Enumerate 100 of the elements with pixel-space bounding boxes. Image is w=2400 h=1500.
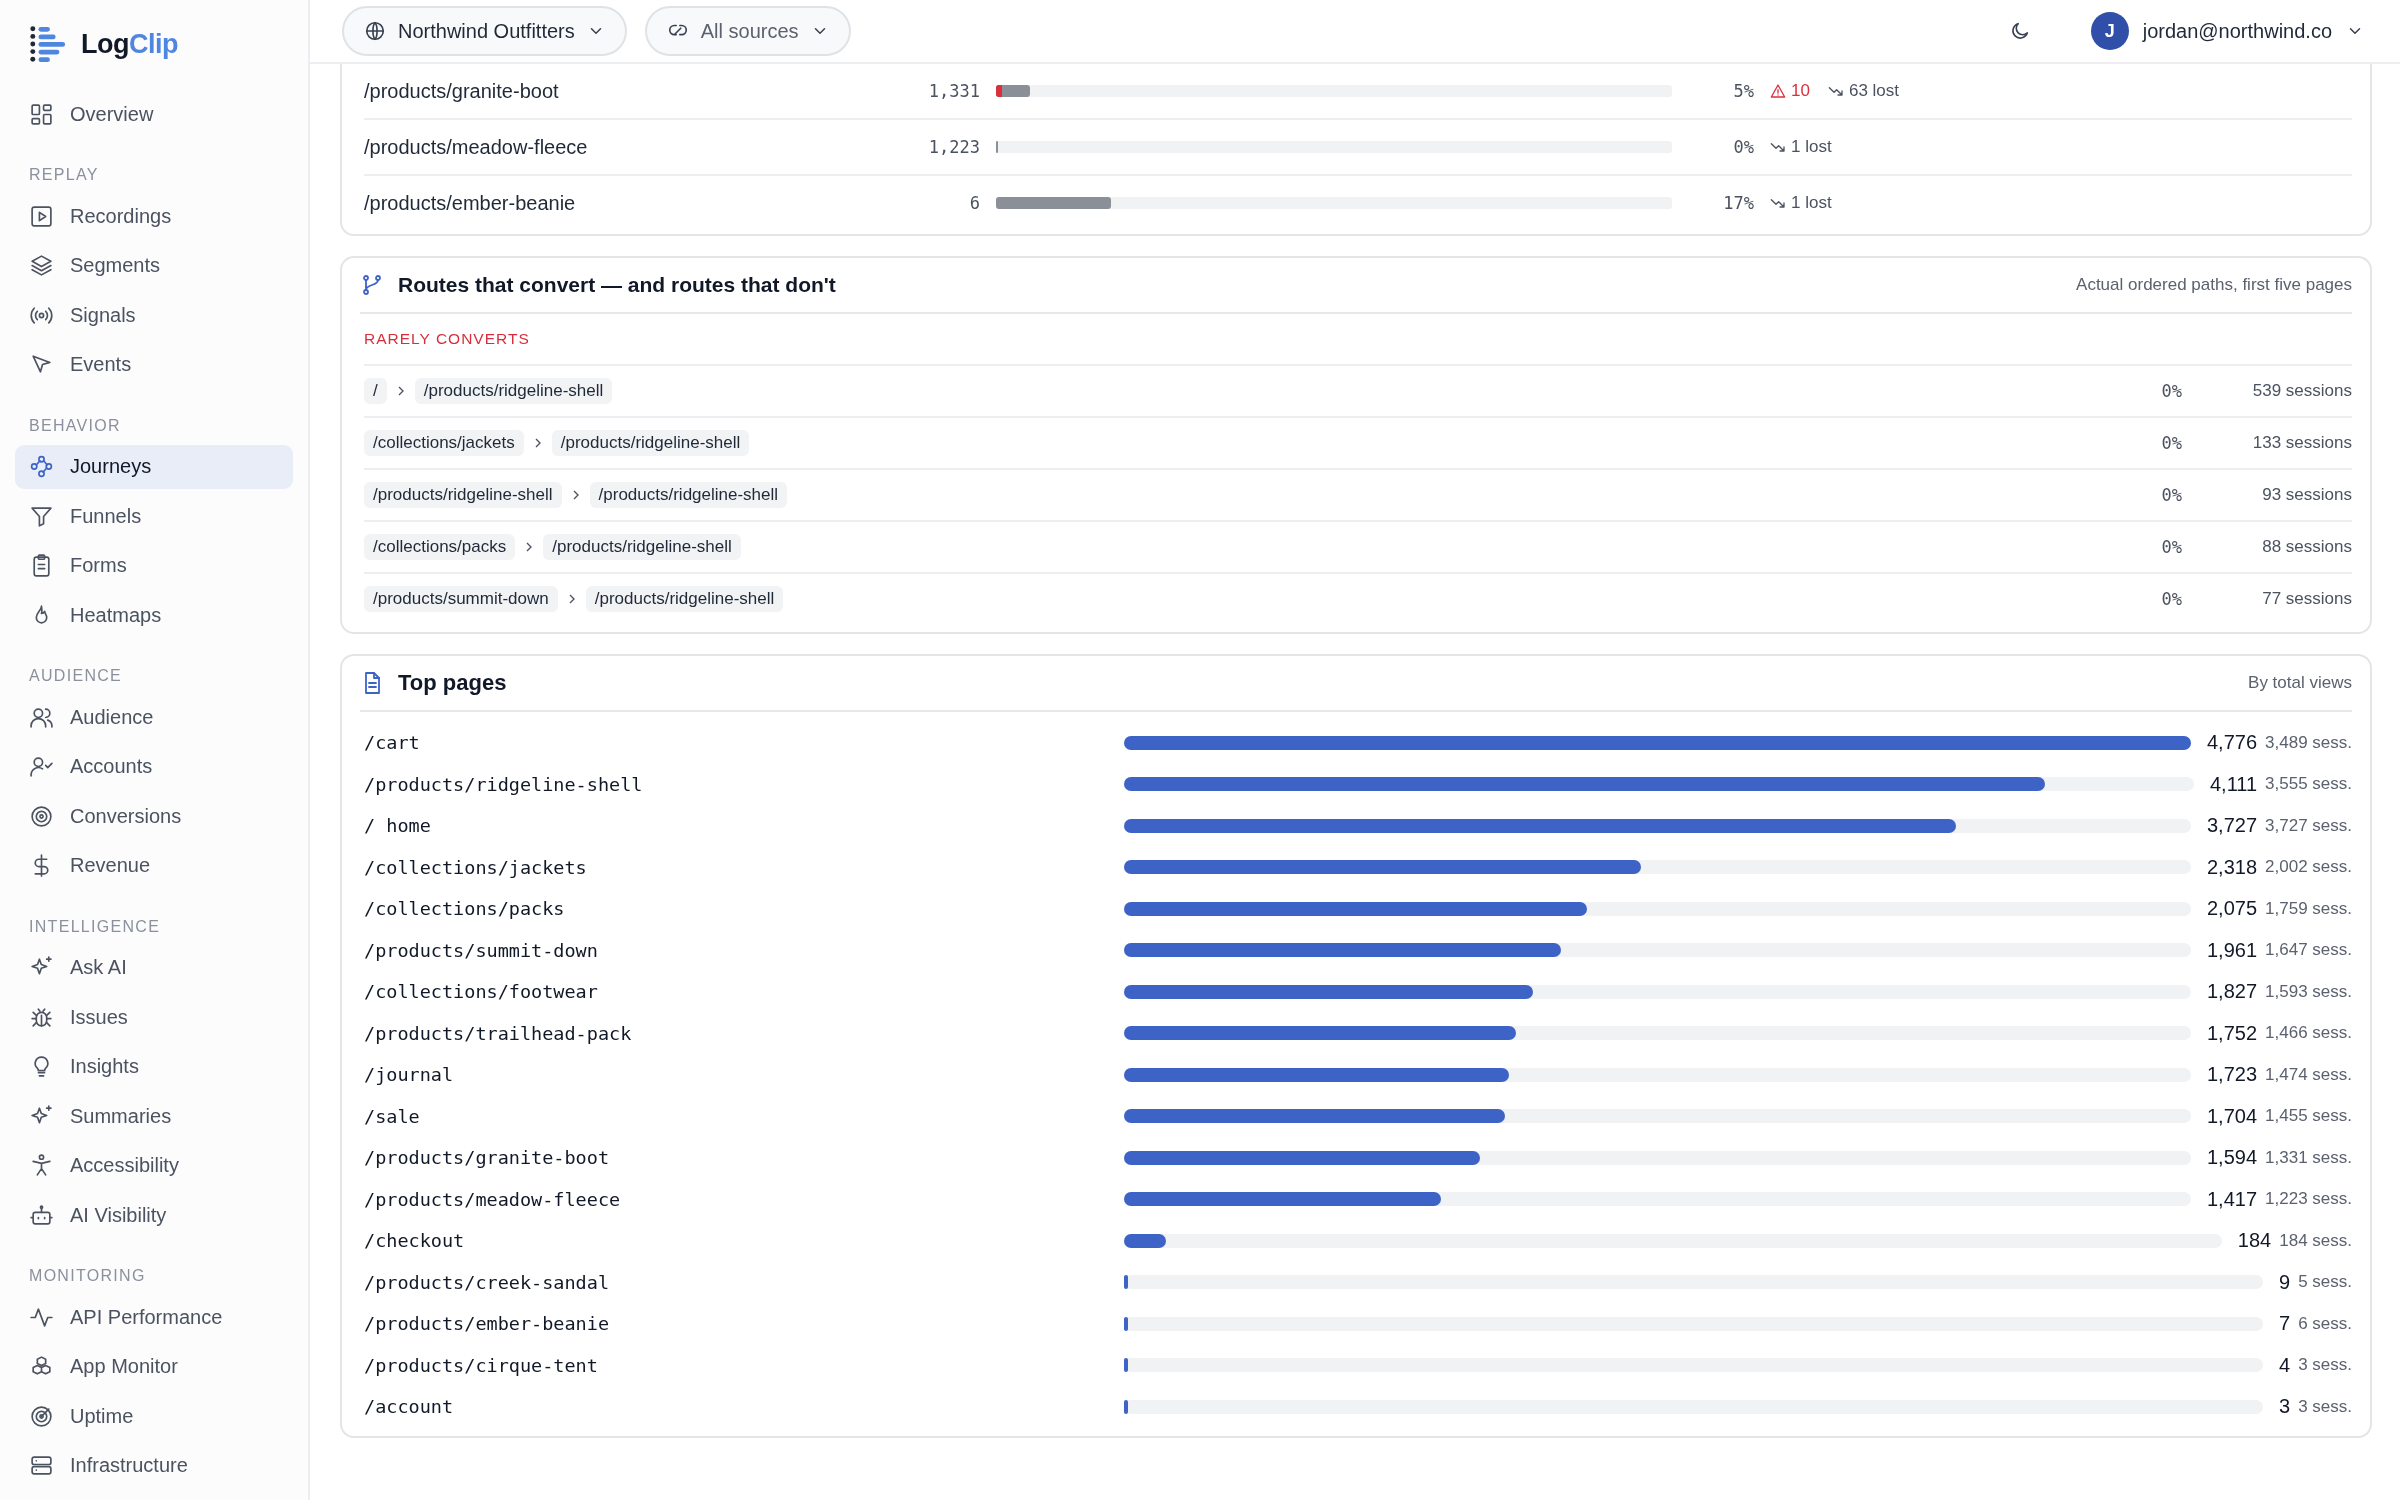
nav-item[interactable]: Journeys xyxy=(15,444,293,489)
target-icon xyxy=(29,803,54,829)
view-count: 2,318 xyxy=(2207,855,2258,879)
brand-name: LogClip xyxy=(81,28,178,60)
session-count: 6 sess. xyxy=(2298,1313,2352,1334)
nav-item[interactable]: Insights xyxy=(15,1044,293,1089)
view-count: 4,776 xyxy=(2207,731,2258,755)
session-count: 1,331 sess. xyxy=(2265,1147,2352,1168)
section-heading: AUDIENCE xyxy=(28,667,124,685)
nav-item[interactable]: Forms xyxy=(15,543,293,588)
nav-item[interactable]: Accessibility xyxy=(15,1143,293,1188)
page-path: /products/granite-boot xyxy=(364,79,560,103)
view-count: 7 xyxy=(2279,1312,2291,1336)
percentage: 5% xyxy=(1732,81,1754,101)
page-path: /checkout xyxy=(364,1230,466,1252)
view-count: 1,594 xyxy=(2207,1146,2258,1170)
nav-item[interactable]: Ask AI xyxy=(15,945,293,990)
conversion-rate: 0% xyxy=(2160,485,2182,505)
page-path: /collections/jackets xyxy=(364,856,588,878)
source-dropdown[interactable]: All sources xyxy=(644,6,851,56)
route-step: /products/ridgeline-shell xyxy=(364,482,562,508)
session-count: 1,647 sess. xyxy=(2265,940,2352,961)
nav-item[interactable]: App Monitor xyxy=(15,1344,293,1389)
view-count: 9 xyxy=(2279,1270,2291,1294)
conversion-rate: 0% xyxy=(2160,433,2182,453)
view-count: 184 xyxy=(2237,1229,2272,1253)
section-heading: MONITORING xyxy=(28,1267,147,1285)
session-count: 3 sess. xyxy=(2298,1396,2352,1417)
route-step: /collections/packs xyxy=(364,534,516,560)
nav-item[interactable]: Recordings xyxy=(15,194,293,238)
nav-item[interactable]: Overview xyxy=(15,92,293,136)
session-count: 3,489 sess. xyxy=(2265,732,2352,753)
nav-item[interactable]: Infrastructure xyxy=(15,1443,293,1488)
session-count: 184 sess. xyxy=(2279,1230,2352,1251)
nav-item[interactable]: Heatmaps xyxy=(15,593,293,637)
workspace-dropdown[interactable]: Northwind Outfitters xyxy=(342,6,627,56)
user-menu[interactable]: J jordan@northwind.co xyxy=(2084,11,2370,51)
session-count: 1,593 sess. xyxy=(2265,981,2352,1002)
session-count: 5 sess. xyxy=(2298,1272,2352,1293)
view-count: 3,727 xyxy=(2207,814,2258,838)
branch-icon xyxy=(360,273,384,297)
nav-item[interactable]: Accounts xyxy=(15,744,293,789)
page-path: /collections/footwear xyxy=(364,981,599,1003)
nav-item[interactable]: Uptime xyxy=(15,1394,293,1438)
session-count: 93 sessions xyxy=(2261,485,2352,505)
globe-icon xyxy=(364,20,386,42)
session-count: 88 sessions xyxy=(2261,537,2352,557)
route-step: /products/ridgeline-shell xyxy=(585,586,784,612)
session-count: 1,466 sess. xyxy=(2265,1023,2352,1044)
nav-item[interactable]: Audience xyxy=(15,695,293,739)
view-count: 4,111 xyxy=(2209,772,2258,796)
view-count: 1,752 xyxy=(2207,1021,2258,1045)
session-count: 2,002 sess. xyxy=(2265,857,2352,878)
nav-item[interactable]: API Performance xyxy=(15,1295,293,1339)
section-heading: INTELLIGENCE xyxy=(28,917,162,936)
session-count: 3,555 sess. xyxy=(2265,774,2352,795)
session-count: 3,727 sess. xyxy=(2265,815,2352,836)
page-path: /sale xyxy=(364,1105,421,1127)
conversion-rate: 0% xyxy=(2160,381,2182,401)
page-path: /collections/packs xyxy=(364,898,566,920)
page-path: /products/creek-sandal xyxy=(364,1271,611,1293)
view-count: 1,704 xyxy=(2207,1104,2258,1128)
logo-icon xyxy=(29,25,67,63)
group-label: RARELY CONVERTS xyxy=(364,314,2352,366)
page-path: /products/meadow-fleece xyxy=(364,1188,622,1210)
nav-item[interactable]: AI Visibility xyxy=(15,1193,293,1237)
nav-item[interactable]: Summaries xyxy=(15,1094,293,1138)
lost-count: 1 lost xyxy=(1791,137,1832,157)
server-icon xyxy=(29,1453,54,1478)
grid-icon xyxy=(29,101,54,127)
view-count: 1,417 xyxy=(2207,1187,2258,1211)
session-count: 539 sessions xyxy=(2251,381,2352,401)
view-count: 2,075 xyxy=(2207,897,2258,921)
page-path: /products/cirque-tent xyxy=(364,1354,599,1376)
lost-count: 63 lost xyxy=(1848,81,1899,101)
page-path: /products/ember-beanie xyxy=(364,1313,611,1335)
radar-icon xyxy=(29,1403,54,1429)
route-step: / xyxy=(364,378,387,404)
nav-item[interactable]: Events xyxy=(15,342,293,387)
lost-count: 1 lost xyxy=(1791,193,1832,213)
page-path: /products/ridgeline-shell xyxy=(364,773,644,795)
view-count: 1,827 xyxy=(2207,980,2258,1004)
view-count: 4 xyxy=(2279,1353,2291,1377)
route-step: /collections/jackets xyxy=(364,430,524,456)
page-path: /products/summit-down xyxy=(364,939,599,961)
nav-item[interactable]: Signals xyxy=(15,293,293,337)
view-count: 1,723 xyxy=(2207,1063,2258,1087)
nav-item[interactable]: Segments xyxy=(15,243,293,288)
page-path: /account xyxy=(364,1396,455,1418)
route-step: /products/ridgeline-shell xyxy=(551,430,750,456)
session-count: 1,759 sess. xyxy=(2265,898,2352,919)
nav-item[interactable]: Funnels xyxy=(15,494,293,538)
nav-item[interactable]: Issues xyxy=(15,995,293,1039)
play-icon xyxy=(29,203,54,229)
avatar: J xyxy=(2090,12,2129,50)
nav-item[interactable]: Conversions xyxy=(15,794,293,838)
warning-count: 10 xyxy=(1791,81,1810,101)
page-path: /journal xyxy=(364,1064,455,1086)
nav-item[interactable]: Revenue xyxy=(15,843,293,888)
card-title: Top pages xyxy=(398,670,508,696)
